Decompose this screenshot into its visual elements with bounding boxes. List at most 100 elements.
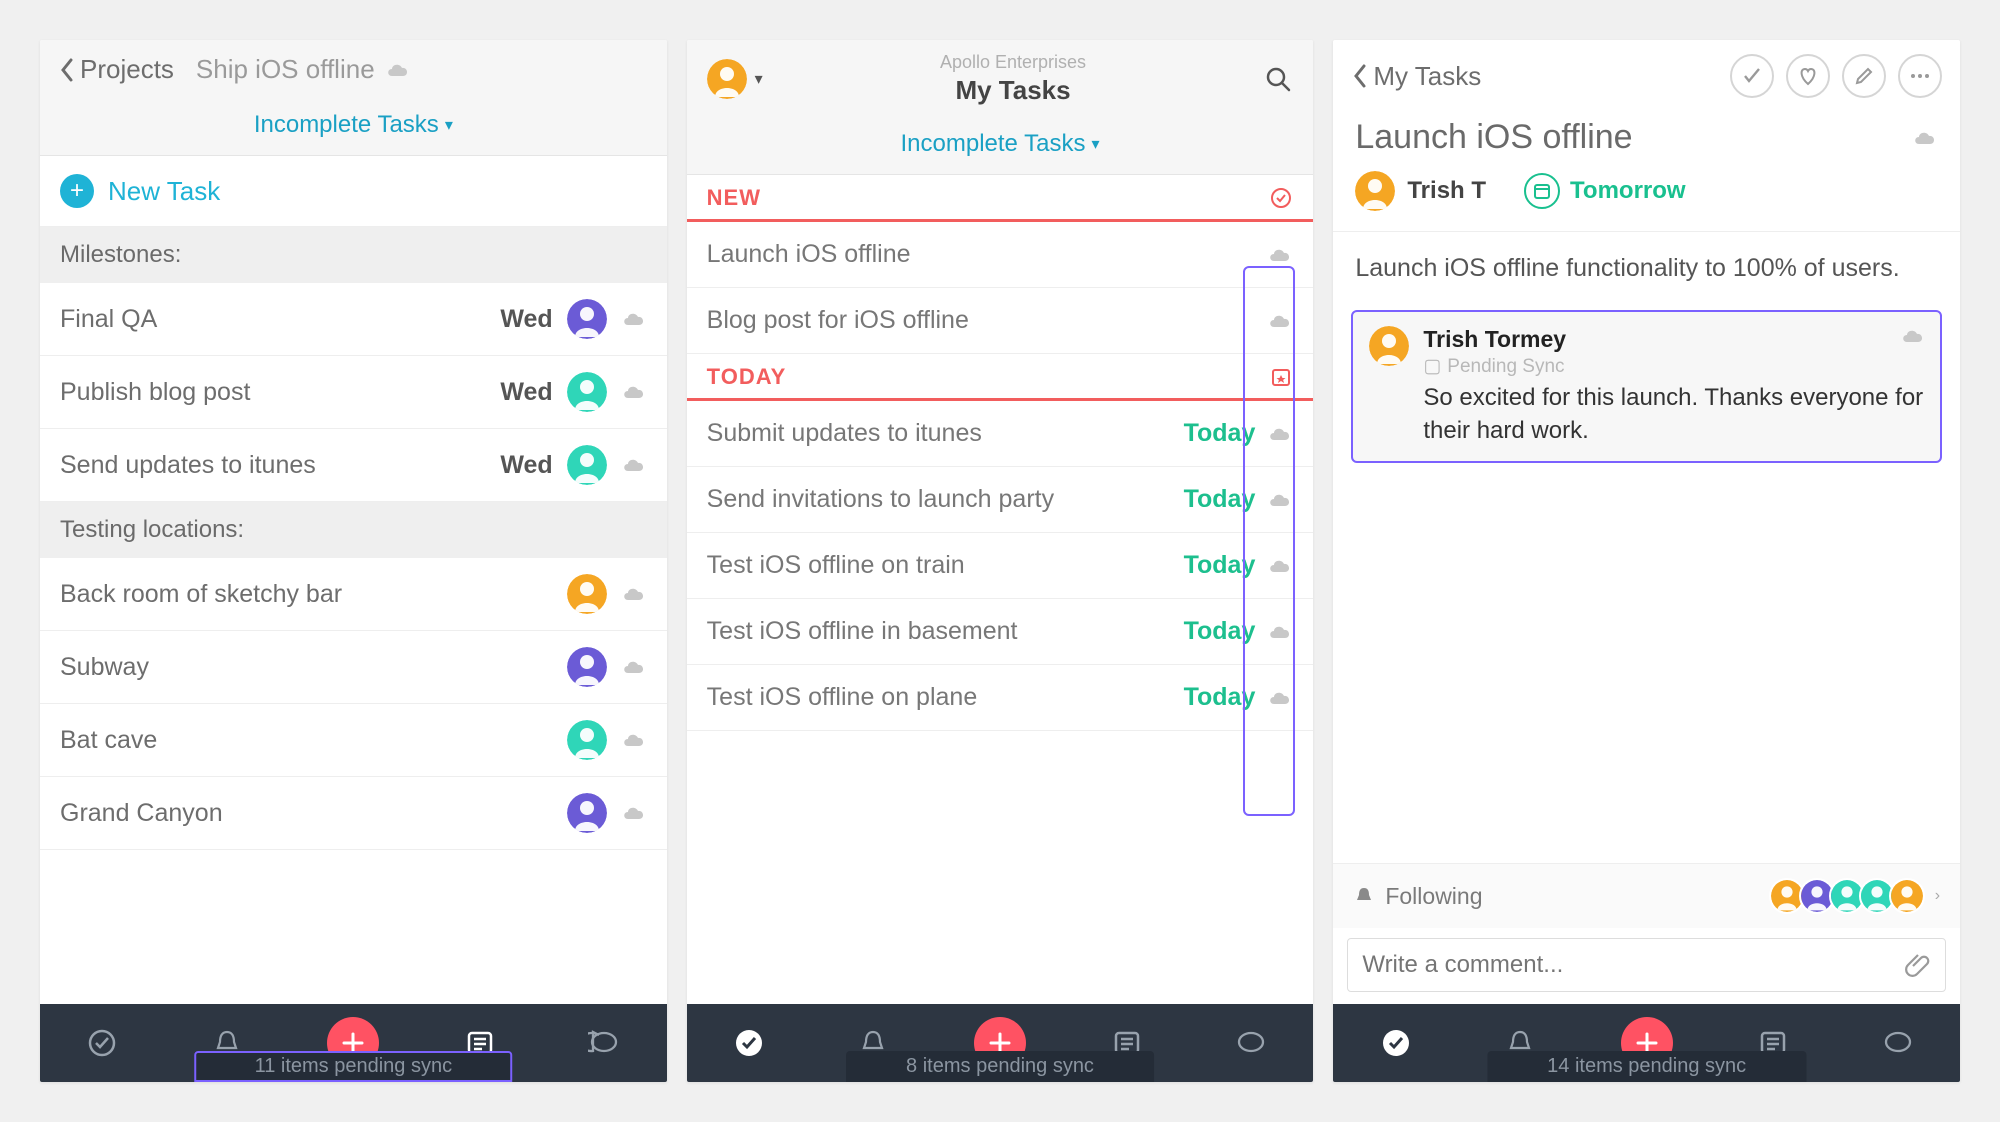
follower-avatars — [1775, 878, 1925, 914]
task-row[interactable]: Subway — [40, 631, 667, 704]
project-title: Ship iOS offline — [196, 54, 411, 85]
assignee-avatar — [567, 299, 607, 339]
bell-icon — [1353, 885, 1375, 907]
cloud-sync-icon — [621, 309, 647, 329]
cloud-sync-icon — [1267, 424, 1293, 444]
task-row[interactable]: Publish blog postWed — [40, 356, 667, 429]
chevron-down-icon: ▾ — [1091, 134, 1099, 154]
chevron-down-icon: ▾ — [755, 69, 763, 89]
cloud-sync-icon — [621, 803, 647, 823]
assignee-avatar — [567, 793, 607, 833]
task-due: Today — [1184, 617, 1256, 646]
task-due: Wed — [500, 378, 552, 407]
pending-comment: Trish Tormey ▢ Pending Sync So excited f… — [1351, 310, 1942, 463]
task-row[interactable]: Send invitations to launch partyToday — [687, 467, 1314, 533]
nav-conversations-icon[interactable] — [580, 1019, 628, 1067]
cloud-sync-icon — [621, 584, 647, 604]
my-tasks-panel: ▾ Apollo Enterprises My Tasks Incomplete… — [687, 40, 1314, 1082]
assignee-avatar — [567, 720, 607, 760]
task-row[interactable]: Submit updates to itunesToday — [687, 401, 1314, 467]
assignee-avatar — [567, 647, 607, 687]
assignee-name: Trish T — [1407, 177, 1486, 205]
task-row[interactable]: Send updates to itunesWed — [40, 429, 667, 502]
attachment-icon[interactable] — [1905, 952, 1931, 978]
task-list: + New Task Milestones: Final QAWedPublis… — [40, 156, 667, 1004]
task-name: Test iOS offline in basement — [707, 617, 1184, 646]
nav-mytasks-icon[interactable] — [725, 1019, 773, 1067]
task-row[interactable]: Blog post for iOS offline — [687, 288, 1314, 354]
task-filter-dropdown[interactable]: Incomplete Tasks ▾ — [40, 99, 667, 155]
due-label: Tomorrow — [1570, 177, 1686, 205]
comment-avatar — [1369, 326, 1409, 366]
task-due: Wed — [500, 451, 552, 480]
task-description: Launch iOS offline functionality to 100%… — [1333, 232, 1960, 304]
follower-avatar — [1889, 878, 1925, 914]
sync-status-bar[interactable]: 11 items pending sync — [195, 1051, 513, 1082]
nav-conversations-icon[interactable] — [1227, 1019, 1275, 1067]
chevron-down-icon: ▾ — [445, 115, 453, 135]
comment-author: Trish Tormey — [1423, 326, 1924, 353]
task-row[interactable]: Test iOS offline in basementToday — [687, 599, 1314, 665]
nav-mytasks-icon[interactable] — [1372, 1019, 1420, 1067]
cloud-sync-icon — [1267, 311, 1293, 331]
task-row[interactable]: Launch iOS offline — [687, 222, 1314, 288]
check-badge-icon — [1269, 186, 1293, 210]
task-detail-panel: My Tasks Launch iOS offline Trish T Tomo… — [1333, 40, 1960, 1082]
task-row[interactable]: Grand Canyon — [40, 777, 667, 850]
task-meta-row: Trish T Tomorrow — [1333, 171, 1960, 232]
nav-conversations-icon[interactable] — [1874, 1019, 1922, 1067]
chevron-left-icon — [58, 56, 76, 84]
calendar-star-icon — [1269, 365, 1293, 389]
sync-status-bar[interactable]: 14 items pending sync — [1487, 1051, 1806, 1082]
sync-status-bar[interactable]: 8 items pending sync — [846, 1051, 1154, 1082]
assignee-avatar — [567, 574, 607, 614]
comment-input-wrapper — [1347, 938, 1946, 992]
cloud-sync-icon — [385, 60, 411, 80]
complete-task-button[interactable] — [1730, 54, 1774, 98]
new-task-button[interactable]: + New Task — [40, 156, 667, 227]
workspace-switcher[interactable]: ▾ — [707, 59, 763, 99]
due-date-chip[interactable]: Tomorrow — [1524, 173, 1686, 209]
task-row[interactable]: Back room of sketchy bar — [40, 558, 667, 631]
panel1-header: Projects Ship iOS offline Incomplete Tas… — [40, 40, 667, 156]
panel3-header: My Tasks — [1333, 40, 1960, 112]
task-row[interactable]: Test iOS offline on planeToday — [687, 665, 1314, 731]
task-row[interactable]: Final QAWed — [40, 283, 667, 356]
like-task-button[interactable] — [1786, 54, 1830, 98]
more-actions-button[interactable] — [1898, 54, 1942, 98]
comment-sync-state: ▢ Pending Sync — [1423, 355, 1924, 378]
section-header[interactable]: Milestones: — [40, 227, 667, 283]
followers-bar[interactable]: Following › — [1333, 863, 1960, 928]
back-to-projects[interactable]: Projects — [58, 54, 174, 85]
task-row[interactable]: Test iOS offline on trainToday — [687, 533, 1314, 599]
comment-input[interactable] — [1362, 951, 1905, 979]
task-group-header[interactable]: TODAY — [687, 354, 1314, 401]
task-name: Bat cave — [60, 726, 567, 755]
bottom-nav: 8 items pending sync — [687, 1004, 1314, 1082]
task-name: Test iOS offline on plane — [707, 683, 1184, 712]
project-title-text: Ship iOS offline — [196, 54, 375, 85]
cloud-sync-icon — [621, 730, 647, 750]
search-button[interactable] — [1263, 64, 1293, 94]
cloud-sync-icon — [1267, 556, 1293, 576]
task-due: Today — [1184, 683, 1256, 712]
edit-task-button[interactable] — [1842, 54, 1886, 98]
task-row[interactable]: Bat cave — [40, 704, 667, 777]
cloud-sync-icon — [621, 382, 647, 402]
task-due: Today — [1184, 551, 1256, 580]
task-filter-dropdown[interactable]: Incomplete Tasks ▾ — [687, 118, 1314, 174]
task-name: Launch iOS offline — [707, 240, 1268, 269]
bottom-nav: 11 items pending sync — [40, 1004, 667, 1082]
task-due: Wed — [500, 305, 552, 334]
cloud-sync-icon — [1267, 490, 1293, 510]
nav-mytasks-icon[interactable] — [78, 1019, 126, 1067]
panel2-header: ▾ Apollo Enterprises My Tasks Incomplete… — [687, 40, 1314, 175]
back-to-mytasks[interactable]: My Tasks — [1351, 61, 1481, 92]
section-header[interactable]: Testing locations: — [40, 502, 667, 558]
task-group-header[interactable]: NEW — [687, 175, 1314, 222]
comment-text: So excited for this launch. Thanks every… — [1423, 382, 1924, 447]
task-name: Send updates to itunes — [60, 451, 500, 480]
cloud-sync-icon — [1267, 688, 1293, 708]
assignee-chip[interactable]: Trish T — [1355, 171, 1486, 211]
back-label: Projects — [80, 54, 174, 85]
